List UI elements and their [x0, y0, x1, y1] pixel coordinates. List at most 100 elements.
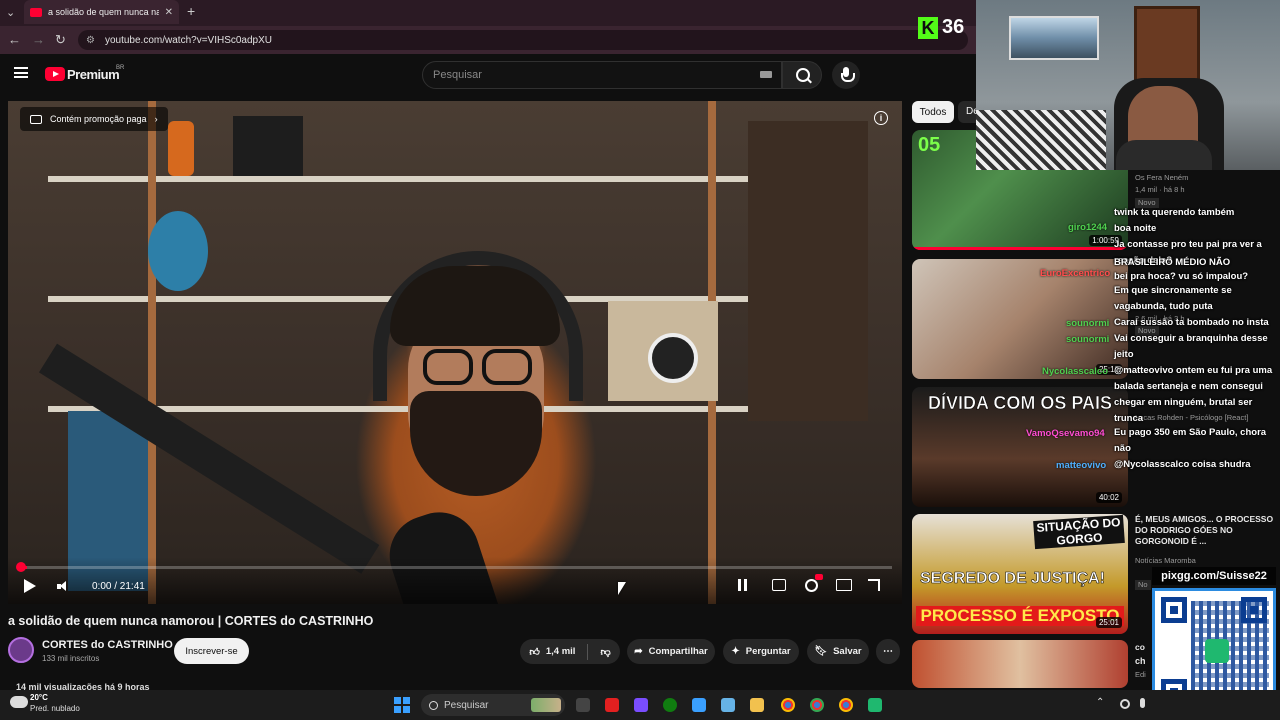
- search-input[interactable]: Pesquisar: [422, 61, 782, 89]
- settings-gear-icon[interactable]: [805, 579, 818, 592]
- qr-logo: [1205, 639, 1229, 663]
- time-display: 0:00 / 21:41: [92, 581, 145, 592]
- autoplay-toggle-icon[interactable]: [738, 579, 747, 591]
- notepad-app-icon[interactable]: [692, 698, 706, 712]
- search-button[interactable]: [782, 61, 822, 89]
- like-icon[interactable]: 👍︎: [529, 646, 539, 658]
- thumbnail-text: SITUAÇÃO DO GORGO: [1033, 514, 1125, 550]
- weather-description[interactable]: Pred. nublado: [30, 704, 80, 713]
- new-tab-icon[interactable]: +: [187, 3, 195, 19]
- browser-tab[interactable]: a solidão de quem nunca namorou | CORTES…: [24, 0, 179, 24]
- chat-message: Eu pago 350 em São Paulo, chora não: [1114, 427, 1267, 454]
- browser-tab-bar: ⌄ a solidão de quem nunca namorou | CORT…: [0, 0, 976, 26]
- video-player[interactable]: Contém promoção paga › i 0:00 / 21:41: [8, 101, 902, 604]
- channel-avatar[interactable]: [8, 637, 34, 663]
- vpn-app-icon[interactable]: [634, 698, 648, 712]
- pix-donation-url: pixgg.com/Suisse22: [1152, 567, 1276, 585]
- reload-icon[interactable]: ↻: [55, 32, 66, 48]
- chat-message: @matteovivo ontem eu fui pra uma balada …: [1114, 365, 1273, 424]
- close-tab-icon[interactable]: ✕: [165, 7, 173, 18]
- rec-stats: 1,4 mil · há 8 h: [1135, 185, 1185, 194]
- save-button[interactable]: 🔖︎ Salvar: [807, 639, 869, 664]
- video-duration: 25:01: [1095, 617, 1122, 628]
- chat-message: Vai conseguir a branquinha desse jeito: [1114, 333, 1268, 360]
- chat-username: VamoQsevamo94: [1026, 428, 1105, 439]
- tray-overflow-icon[interactable]: ⌃: [1096, 697, 1104, 708]
- chrome-icon[interactable]: [839, 698, 853, 712]
- play-icon[interactable]: [24, 579, 36, 593]
- taskbar-search[interactable]: Pesquisar: [421, 694, 565, 716]
- windows-start-icon[interactable]: [394, 697, 410, 713]
- youtube-header: Premium BR Pesquisar: [0, 54, 976, 96]
- volume-icon[interactable]: [57, 581, 69, 591]
- url-field[interactable]: ⚙ youtube.com/watch?v=VIHSc0adpXU: [78, 30, 968, 50]
- dislike-icon[interactable]: 👎︎: [600, 646, 610, 658]
- keyboard-icon[interactable]: [760, 71, 772, 78]
- progress-bar[interactable]: [18, 566, 892, 569]
- ask-button[interactable]: ✦ Perguntar: [723, 639, 799, 664]
- rec-title[interactable]: É, MEUS AMIGOS... O PROCESSO DO RODRIGO …: [1135, 514, 1275, 547]
- fullscreen-icon[interactable]: [868, 579, 880, 591]
- scrubber-handle[interactable]: [16, 562, 26, 572]
- microphone-icon[interactable]: [1140, 698, 1145, 708]
- channel-name[interactable]: CORTES do CASTRINHO: [42, 639, 173, 651]
- wall-painting: [1009, 16, 1099, 60]
- youtube-app-icon[interactable]: [605, 698, 619, 712]
- info-icon[interactable]: i: [874, 111, 888, 125]
- promo-label: Contém promoção paga: [50, 114, 147, 124]
- more-actions-button[interactable]: ⋯: [876, 639, 900, 664]
- theater-mode-icon[interactable]: [836, 579, 852, 591]
- recommendation-thumbnail[interactable]: [912, 640, 1128, 688]
- app-icon[interactable]: [868, 698, 882, 712]
- chat-message: Em que sincronamente se: [1114, 285, 1232, 296]
- chevron-right-icon: ›: [154, 114, 158, 124]
- more-icon: ⋯: [883, 646, 893, 657]
- chat-username: EuroExcentrico: [1040, 268, 1111, 279]
- ask-label: Perguntar: [745, 646, 791, 657]
- chat-message: boa noite: [1114, 223, 1157, 234]
- recommendation-thumbnail[interactable]: SITUAÇÃO DO GORGO SEGREDO DE JUSTIÇA! PR…: [912, 514, 1128, 634]
- weather-cloud-icon[interactable]: [8, 692, 28, 708]
- figurine: [168, 121, 194, 176]
- share-icon: ➦: [634, 646, 643, 657]
- voice-search-button[interactable]: [832, 61, 860, 89]
- chat-message: vagabunda, tudo puta: [1114, 301, 1213, 312]
- site-info-icon[interactable]: ⚙: [86, 35, 95, 46]
- chrome-icon[interactable]: [781, 698, 795, 712]
- chrome-icon[interactable]: [810, 698, 824, 712]
- youtube-brand[interactable]: Premium: [67, 67, 120, 82]
- chat-username: matteovivo: [1056, 460, 1107, 471]
- recommendation-thumbnail[interactable]: DÍVIDA COM OS PAIS 40:02: [912, 387, 1128, 507]
- chat-message: twink ta querendo também: [1114, 207, 1235, 218]
- glasses-left: [423, 349, 473, 385]
- shelf-post: [148, 101, 156, 604]
- like-count[interactable]: 1,4 mil: [546, 646, 576, 657]
- xbox-app-icon[interactable]: [663, 698, 677, 712]
- taskbar-search-placeholder: Pesquisar: [444, 699, 489, 711]
- hd-badge-icon: [815, 574, 823, 580]
- rec-channel[interactable]: ch: [1135, 656, 1146, 666]
- network-icon[interactable]: [1120, 699, 1130, 709]
- task-view-icon[interactable]: [576, 698, 590, 712]
- tab-list-icon[interactable]: ⌄: [6, 6, 15, 19]
- photos-app-icon[interactable]: [721, 698, 735, 712]
- forward-icon[interactable]: →: [32, 32, 45, 47]
- subtitles-icon[interactable]: [772, 579, 786, 591]
- kick-viewer-badge: K 36: [918, 16, 964, 39]
- search-icon: [429, 700, 438, 710]
- video-title: a solidão de quem nunca namorou | CORTES…: [8, 614, 374, 628]
- rec-channel[interactable]: Os Fera Neném: [1135, 173, 1188, 183]
- menu-icon[interactable]: [14, 67, 28, 78]
- thumbnail-text: PROCESSO É EXPOSTO: [916, 606, 1124, 626]
- youtube-logo-icon[interactable]: [45, 67, 65, 81]
- subscribe-button[interactable]: Inscrever-se: [174, 638, 249, 664]
- qr-finder: [1161, 597, 1187, 623]
- divider: [587, 643, 589, 660]
- paid-promotion-chip[interactable]: Contém promoção paga ›: [20, 107, 168, 131]
- rec-channel[interactable]: Notícias Maromba: [1135, 556, 1196, 566]
- filter-chip-all[interactable]: Todos: [912, 101, 954, 123]
- file-explorer-icon[interactable]: [750, 698, 764, 712]
- share-button[interactable]: ➦ Compartilhar: [627, 639, 715, 664]
- weather-temperature[interactable]: 20°C: [30, 693, 48, 702]
- back-icon[interactable]: ←: [8, 32, 21, 47]
